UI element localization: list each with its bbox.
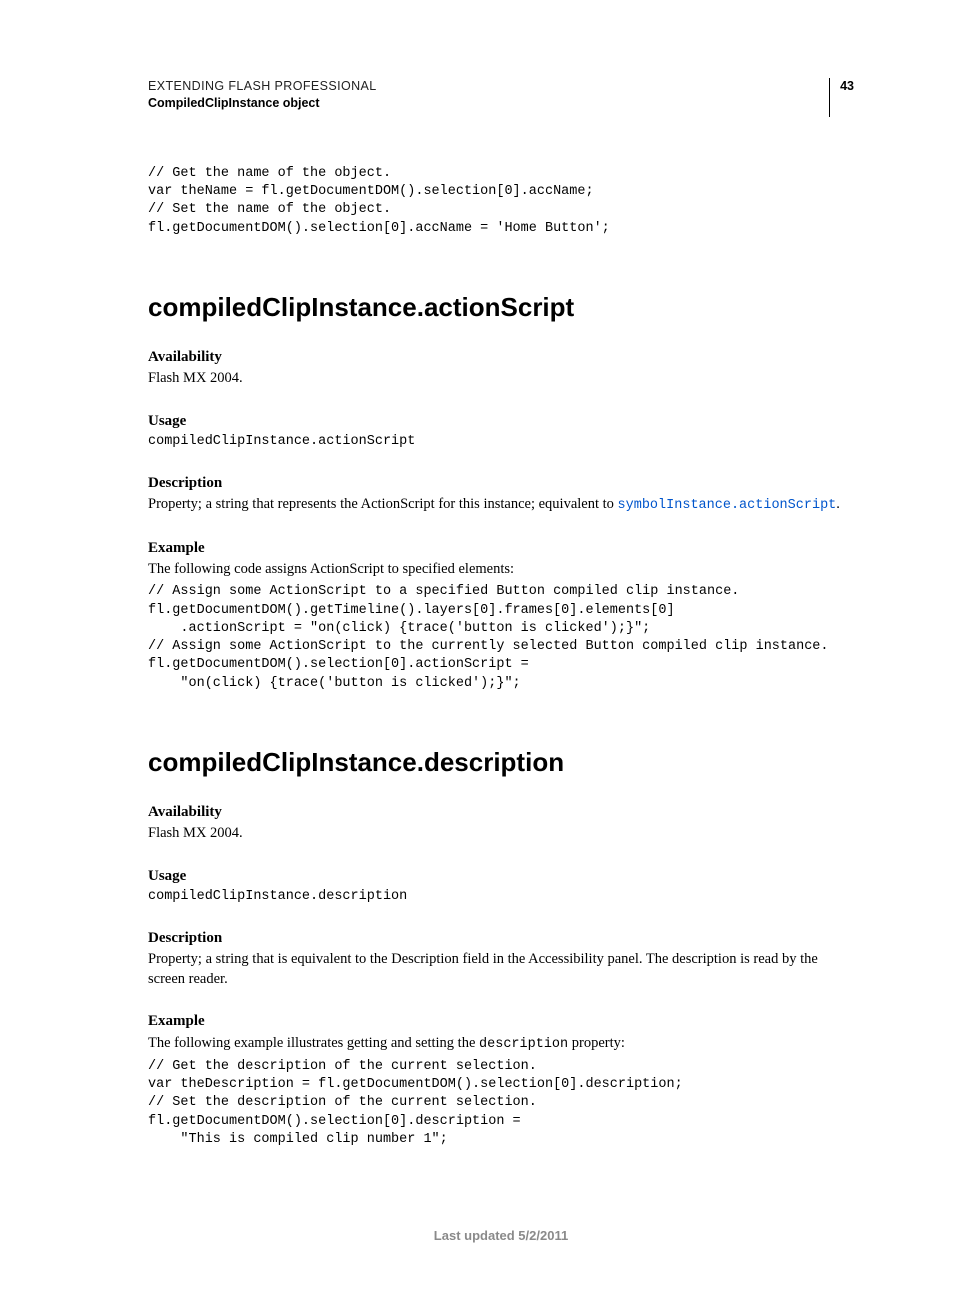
header-product-title: EXTENDING FLASH PROFESSIONAL: [148, 78, 377, 95]
usage-heading: Usage: [148, 866, 854, 886]
description-heading: Description: [148, 928, 854, 948]
example-intro-code: description: [479, 1037, 568, 1052]
usage-code: compiledClipInstance.description: [148, 888, 854, 906]
description-text: Property; a string that represents the A…: [148, 495, 854, 515]
header-left: EXTENDING FLASH PROFESSIONAL CompiledCli…: [148, 78, 377, 112]
section-heading-description: compiledClipInstance.description: [148, 745, 854, 780]
example-code-block: // Assign some ActionScript to a specifi…: [148, 583, 854, 692]
page-number: 43: [829, 78, 854, 117]
header-subject-title: CompiledClipInstance object: [148, 95, 377, 112]
description-prefix: Property; a string that represents the A…: [148, 496, 618, 512]
example-intro-text: The following example illustrates gettin…: [148, 1034, 854, 1054]
xref-link-symbolinstance[interactable]: symbolInstance.actionScript: [618, 498, 837, 513]
example-intro-suffix: property:: [568, 1035, 625, 1051]
availability-heading: Availability: [148, 347, 854, 367]
availability-text: Flash MX 2004.: [148, 824, 854, 844]
availability-text: Flash MX 2004.: [148, 369, 854, 389]
example-heading: Example: [148, 538, 854, 558]
description-heading: Description: [148, 473, 854, 493]
intro-code-block: // Get the name of the object. var theNa…: [148, 165, 854, 238]
page-header: EXTENDING FLASH PROFESSIONAL CompiledCli…: [148, 78, 854, 117]
example-code-block: // Get the description of the current se…: [148, 1058, 854, 1149]
description-text: Property; a string that is equivalent to…: [148, 950, 854, 989]
footer-last-updated: Last updated 5/2/2011: [148, 1227, 854, 1245]
example-heading: Example: [148, 1011, 854, 1031]
section-heading-actionscript: compiledClipInstance.actionScript: [148, 290, 854, 325]
page-content: EXTENDING FLASH PROFESSIONAL CompiledCli…: [0, 0, 954, 1305]
usage-heading: Usage: [148, 411, 854, 431]
availability-heading: Availability: [148, 802, 854, 822]
description-suffix: .: [836, 496, 840, 512]
usage-code: compiledClipInstance.actionScript: [148, 433, 854, 451]
example-intro-prefix: The following example illustrates gettin…: [148, 1035, 479, 1051]
example-intro-text: The following code assigns ActionScript …: [148, 560, 854, 580]
